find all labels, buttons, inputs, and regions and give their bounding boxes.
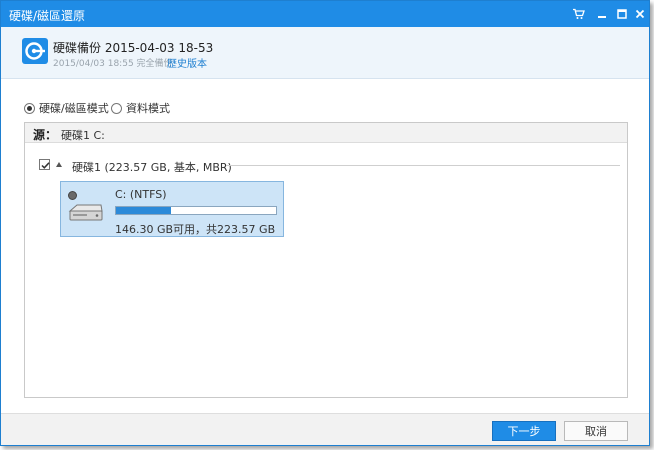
source-label: 源： <box>33 128 58 142</box>
close-icon[interactable] <box>631 5 649 23</box>
partition-card-c[interactable]: C: (NTFS) 146.30 GB可用，共223.57 GB <box>60 181 284 237</box>
next-button[interactable]: 下一步 <box>492 421 556 441</box>
disk-divider <box>226 165 620 166</box>
disk-label: 硬碟1 (223.57 GB, 基本, MBR) <box>72 161 232 174</box>
backup-title: 硬碟備份 2015-04-03 18-53 <box>53 41 214 55</box>
disk-row: 硬碟1 (223.57 GB, 基本, MBR) <box>39 158 620 174</box>
restore-window: 硬碟/磁區還原 硬碟備份 2015-04-03 18-53 2015/04/03… <box>0 0 650 446</box>
disk-checkbox[interactable] <box>39 159 50 170</box>
partition-free-space: 146.30 GB可用，共223.57 GB <box>115 223 276 236</box>
backup-header: 硬碟備份 2015-04-03 18-53 2015/04/03 18:55 完… <box>1 27 649 79</box>
partition-select-radio[interactable] <box>68 191 77 200</box>
window-title: 硬碟/磁區還原 <box>9 9 86 23</box>
file-mode-label: 資料模式 <box>126 102 170 115</box>
source-value: 硬碟1 C: <box>61 129 105 142</box>
backup-subtitle: 2015/04/03 18:55 完全備份 <box>53 59 173 69</box>
title-bar: 硬碟/磁區還原 <box>1 1 649 27</box>
partition-name: C: (NTFS) <box>115 188 167 201</box>
disk-mode-label: 硬碟/磁區模式 <box>39 102 109 115</box>
app-icon <box>22 38 48 64</box>
partition-usage-bar <box>115 206 277 215</box>
footer-bar: 下一步 取消 <box>1 413 649 445</box>
file-mode-option[interactable]: 資料模式 <box>111 100 170 116</box>
history-versions-link[interactable]: 歷史版本 <box>167 55 207 70</box>
source-bar: 源： 硬碟1 C: <box>25 123 627 143</box>
source-panel: 源： 硬碟1 C: 硬碟1 (223.57 GB, 基本, MBR) C: (N <box>24 122 628 398</box>
cancel-button[interactable]: 取消 <box>564 421 628 441</box>
maximize-icon[interactable] <box>613 5 631 23</box>
disk-partition-mode-option[interactable]: 硬碟/磁區模式 <box>24 100 109 116</box>
hard-drive-icon <box>67 202 105 227</box>
file-mode-radio[interactable] <box>111 102 122 114</box>
collapse-triangle-icon[interactable] <box>56 162 62 167</box>
cart-icon[interactable] <box>569 5 587 23</box>
disk-mode-radio[interactable] <box>24 102 35 114</box>
minimize-icon[interactable] <box>593 5 611 23</box>
partition-usage-fill <box>116 207 172 214</box>
